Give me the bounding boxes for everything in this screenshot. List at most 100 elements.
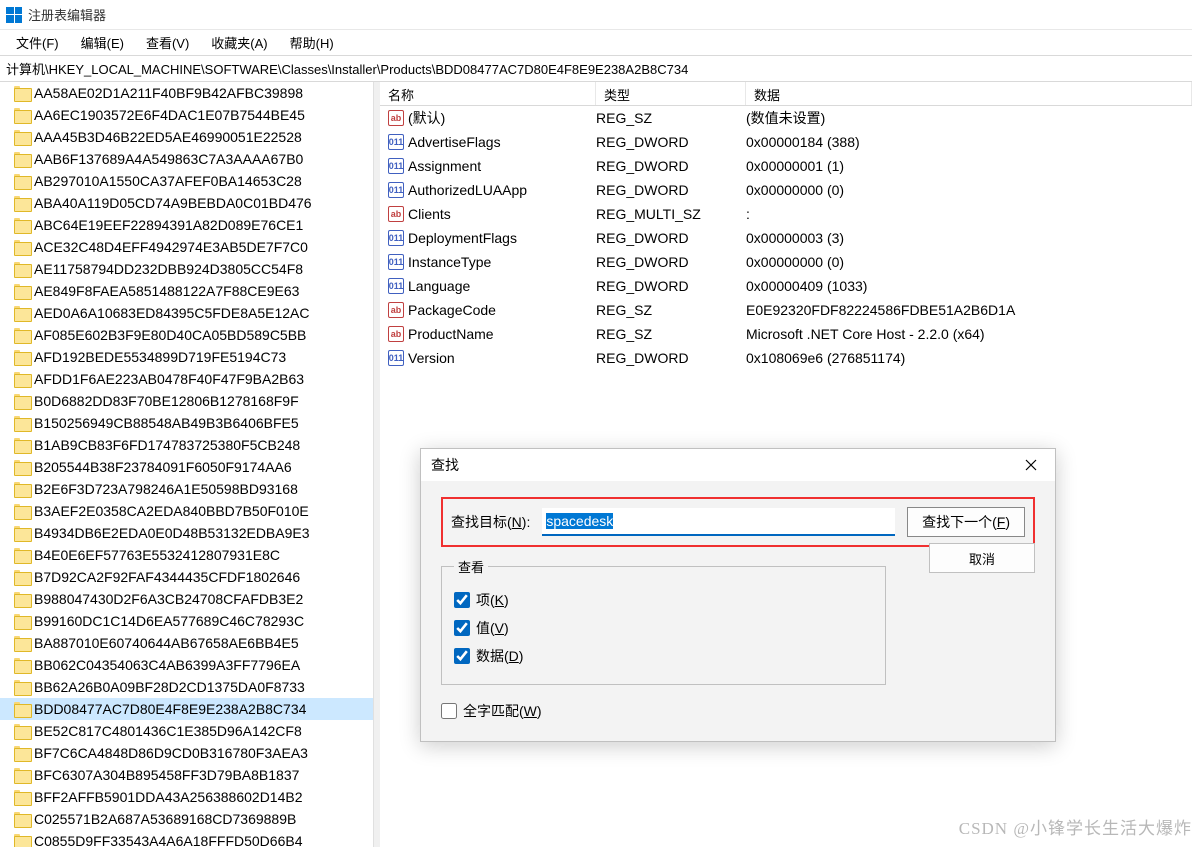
value-row[interactable]: 011AdvertiseFlagsREG_DWORD0x00000184 (38…: [380, 130, 1192, 154]
value-row[interactable]: 011DeploymentFlagsREG_DWORD0x00000003 (3…: [380, 226, 1192, 250]
tree-item[interactable]: BDD08477AC7D80E4F8E9E238A2B8C734: [0, 698, 373, 720]
value-row[interactable]: abClientsREG_MULTI_SZ:: [380, 202, 1192, 226]
tree-item[interactable]: AAA45B3D46B22ED5AE46990051E22528: [0, 126, 373, 148]
menu-help[interactable]: 帮助(H): [280, 31, 344, 54]
data-label: 数据(D): [476, 646, 523, 666]
folder-icon: [14, 174, 30, 188]
binary-value-icon: 011: [388, 134, 404, 150]
tree-item[interactable]: AA58AE02D1A211F40BF9B42AFBC39898: [0, 82, 373, 104]
keys-checkbox[interactable]: [454, 592, 470, 608]
value-row[interactable]: 011AssignmentREG_DWORD0x00000001 (1): [380, 154, 1192, 178]
app-icon: [6, 7, 22, 23]
tree-item[interactable]: BE52C817C4801436C1E385D96A142CF8: [0, 720, 373, 742]
tree-item[interactable]: BB062C04354063C4AB6399A3FF7796EA: [0, 654, 373, 676]
tree-item[interactable]: AFD192BEDE5534899D719FE5194C73: [0, 346, 373, 368]
cancel-button[interactable]: 取消: [929, 543, 1035, 573]
addressbar[interactable]: 计算机\HKEY_LOCAL_MACHINE\SOFTWARE\Classes\…: [0, 56, 1192, 82]
folder-icon: [14, 482, 30, 496]
col-data[interactable]: 数据: [746, 82, 1192, 105]
tree-item[interactable]: ABA40A119D05CD74A9BEBDA0C01BD476: [0, 192, 373, 214]
binary-value-icon: 011: [388, 254, 404, 270]
binary-value-icon: 011: [388, 230, 404, 246]
values-header: 名称 类型 数据: [380, 82, 1192, 106]
string-value-icon: ab: [388, 326, 404, 342]
tree-item[interactable]: AFDD1F6AE223AB0478F40F47F9BA2B63: [0, 368, 373, 390]
tree-panel[interactable]: AA58AE02D1A211F40BF9B42AFBC39898AA6EC190…: [0, 82, 374, 847]
tree-item[interactable]: AB297010A1550CA37AFEF0BA14653C28: [0, 170, 373, 192]
value-data: 0x00000409 (1033): [746, 278, 1192, 294]
value-row[interactable]: 011InstanceTypeREG_DWORD0x00000000 (0): [380, 250, 1192, 274]
tree-item[interactable]: BA887010E60740644AB67658AE6BB4E5: [0, 632, 373, 654]
tree-item[interactable]: AE11758794DD232DBB924D3805CC54F8: [0, 258, 373, 280]
close-icon[interactable]: [1017, 453, 1045, 477]
value-row[interactable]: 011VersionREG_DWORD0x108069e6 (276851174…: [380, 346, 1192, 370]
string-value-icon: ab: [388, 206, 404, 222]
tree-item[interactable]: C025571B2A687A53689168CD7369889B: [0, 808, 373, 830]
values-label: 值(V): [476, 618, 509, 638]
value-row[interactable]: 011LanguageREG_DWORD0x00000409 (1033): [380, 274, 1192, 298]
tree-item[interactable]: BFC6307A304B895458FF3D79BA8B1837: [0, 764, 373, 786]
menu-view[interactable]: 查看(V): [136, 31, 199, 54]
tree-item[interactable]: AED0A6A10683ED84395C5FDE8A5E12AC: [0, 302, 373, 324]
tree-item-label: AB297010A1550CA37AFEF0BA14653C28: [34, 173, 302, 189]
binary-value-icon: 011: [388, 158, 404, 174]
tree-item-label: B1AB9CB83F6FD174783725380F5CB248: [34, 437, 300, 453]
data-checkbox[interactable]: [454, 648, 470, 664]
tree-item[interactable]: B3AEF2E0358CA2EDA840BBD7B50F010E: [0, 500, 373, 522]
tree-item-label: BDD08477AC7D80E4F8E9E238A2B8C734: [34, 701, 306, 717]
value-row[interactable]: 011AuthorizedLUAAppREG_DWORD0x00000000 (…: [380, 178, 1192, 202]
folder-icon: [14, 658, 30, 672]
tree-item[interactable]: B2E6F3D723A798246A1E50598BD93168: [0, 478, 373, 500]
find-dialog-title[interactable]: 查找: [421, 449, 1055, 481]
folder-icon: [14, 636, 30, 650]
tree-item[interactable]: B4934DB6E2EDA0E0D48B53132EDBA9E3: [0, 522, 373, 544]
value-type: REG_MULTI_SZ: [596, 206, 746, 222]
col-name[interactable]: 名称: [380, 82, 596, 105]
folder-icon: [14, 394, 30, 408]
folder-icon: [14, 526, 30, 540]
value-row[interactable]: ab(默认)REG_SZ(数值未设置): [380, 106, 1192, 130]
tree-item[interactable]: AA6EC1903572E6F4DAC1E07B7544BE45: [0, 104, 373, 126]
tree-item[interactable]: BF7C6CA4848D86D9CD0B316780F3AEA3: [0, 742, 373, 764]
values-checkbox[interactable]: [454, 620, 470, 636]
value-row[interactable]: abPackageCodeREG_SZE0E92320FDF82224586FD…: [380, 298, 1192, 322]
tree-item-label: BE52C817C4801436C1E385D96A142CF8: [34, 723, 302, 739]
tree-item[interactable]: AE849F8FAEA5851488122A7F88CE9E63: [0, 280, 373, 302]
find-input[interactable]: [542, 508, 895, 536]
col-type[interactable]: 类型: [596, 82, 746, 105]
folder-icon: [14, 416, 30, 430]
tree-item[interactable]: B99160DC1C14D6EA577689C46C78293C: [0, 610, 373, 632]
tree-item[interactable]: C0855D9FF33543A4A6A18FFFD50D66B4: [0, 830, 373, 847]
menu-edit[interactable]: 编辑(E): [71, 31, 134, 54]
find-next-button[interactable]: 查找下一个(F): [907, 507, 1025, 537]
tree-item[interactable]: B0D6882DD83F70BE12806B1278168F9F: [0, 390, 373, 412]
tree-item[interactable]: AF085E602B3F9E80D40CA05BD589C5BB: [0, 324, 373, 346]
tree-item[interactable]: ACE32C48D4EFF4942974E3AB5DE7F7C0: [0, 236, 373, 258]
look-legend: 查看: [454, 557, 488, 576]
menu-favorites[interactable]: 收藏夹(A): [201, 31, 277, 54]
tree-item[interactable]: B1AB9CB83F6FD174783725380F5CB248: [0, 434, 373, 456]
tree-item[interactable]: AAB6F137689A4A549863C7A3AAAA67B0: [0, 148, 373, 170]
folder-icon: [14, 614, 30, 628]
folder-icon: [14, 724, 30, 738]
tree-item[interactable]: B4E0E6EF57763E5532412807931E8C: [0, 544, 373, 566]
menubar: 文件(F) 编辑(E) 查看(V) 收藏夹(A) 帮助(H): [0, 30, 1192, 56]
value-data: (数值未设置): [746, 108, 1192, 128]
folder-icon: [14, 262, 30, 276]
tree-item[interactable]: BFF2AFFB5901DDA43A256388602D14B2: [0, 786, 373, 808]
tree-item[interactable]: B205544B38F23784091F6050F9174AA6: [0, 456, 373, 478]
value-type: REG_DWORD: [596, 350, 746, 366]
value-row[interactable]: abProductNameREG_SZMicrosoft .NET Core H…: [380, 322, 1192, 346]
tree-item[interactable]: BB62A26B0A09BF28D2CD1375DA0F8733: [0, 676, 373, 698]
value-type: REG_DWORD: [596, 158, 746, 174]
value-data: 0x108069e6 (276851174): [746, 350, 1192, 366]
folder-icon: [14, 350, 30, 364]
tree-item[interactable]: B7D92CA2F92FAF4344435CFDF1802646: [0, 566, 373, 588]
tree-item[interactable]: ABC64E19EEF22894391A82D089E76CE1: [0, 214, 373, 236]
folder-icon: [14, 768, 30, 782]
tree-item[interactable]: B988047430D2F6A3CB24708CFAFDB3E2: [0, 588, 373, 610]
tree-item[interactable]: B150256949CB88548AB49B3B6406BFE5: [0, 412, 373, 434]
tree-item-label: B4934DB6E2EDA0E0D48B53132EDBA9E3: [34, 525, 310, 541]
whole-checkbox[interactable]: [441, 703, 457, 719]
menu-file[interactable]: 文件(F): [6, 31, 69, 54]
